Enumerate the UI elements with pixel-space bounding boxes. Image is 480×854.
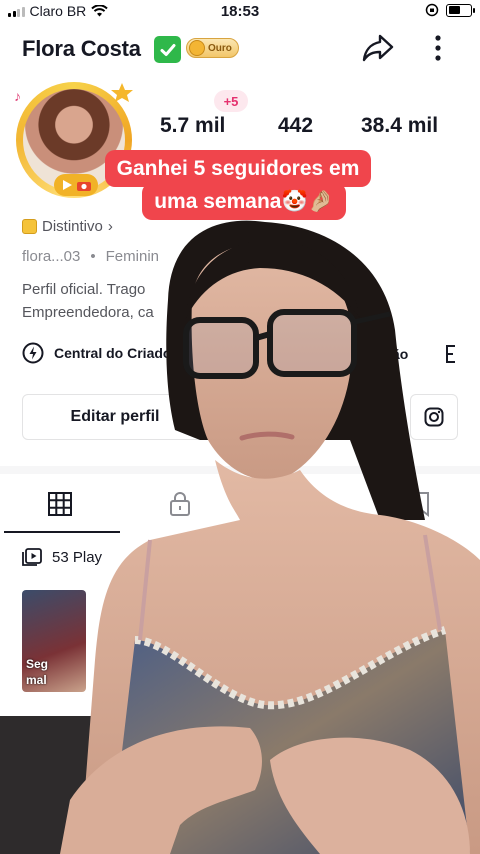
battery-icon [446, 3, 475, 17]
stat-following[interactable]: 5.7 mil [160, 114, 225, 138]
status-right [425, 3, 475, 17]
more-options-button[interactable] [424, 30, 452, 66]
tab-reposts[interactable] [240, 474, 360, 534]
stat-likes[interactable]: 38.4 mil [361, 114, 438, 138]
playlist-icon [22, 548, 42, 566]
thumbnail-text-line-2: mal [26, 673, 47, 687]
stat-followers[interactable]: 442 [278, 114, 313, 138]
username: flora...03 [22, 248, 81, 265]
status-bar: Claro BR 18:53 [0, 0, 480, 24]
video-thumbnail[interactable]: Seg mal [22, 590, 86, 692]
instagram-icon [424, 407, 444, 427]
content-tabs [0, 474, 480, 534]
tab-saved[interactable] [360, 474, 480, 534]
distintivo-link[interactable]: Distintivo › [22, 218, 113, 235]
gender-label: Feminin [105, 248, 159, 265]
tier-label: Ouro [208, 42, 232, 54]
more-vertical-icon [435, 35, 441, 61]
video-caption: Ganhei 5 seguidores em uma semana🤡🤌🏼 [0, 150, 480, 220]
profile-meta: flora...03 • Feminin [22, 248, 159, 265]
caption-line-1: Ganhei 5 seguidores em [104, 150, 372, 187]
creator-tools-row: Central do Criado ão [0, 340, 480, 370]
profile-stats: +5 5.7 mil 442 38.4 mil [150, 88, 480, 148]
tab-private[interactable] [120, 474, 240, 534]
share-arrow-icon [362, 34, 394, 62]
creator-center-label: Central do Criado [54, 345, 172, 361]
tier-badge[interactable]: Ouro [186, 38, 239, 58]
coin-icon [189, 40, 205, 56]
tool-peek-label[interactable]: ão [392, 346, 408, 362]
instagram-button[interactable] [410, 394, 458, 440]
lower-background [0, 716, 480, 854]
dot-separator: • [90, 248, 96, 265]
chevron-right-icon: › [107, 218, 113, 235]
bracket-icon[interactable] [443, 344, 461, 364]
lightning-circle-icon [22, 342, 44, 364]
edit-profile-button[interactable]: Editar perfil [22, 394, 208, 440]
caption-line-2: uma semana🤡🤌🏼 [142, 183, 346, 220]
bio-line-2: Empreendedora, ca [22, 304, 154, 321]
thumbnail-text: Seg mal [26, 656, 48, 688]
tab-videos[interactable] [0, 474, 120, 534]
profile-name: Flora Costa [22, 36, 141, 61]
active-tab-indicator [4, 531, 120, 533]
bookmark-icon [411, 492, 429, 517]
playlists-label: 53 Play [52, 548, 103, 566]
badge-icon [22, 219, 37, 234]
grid-icon [48, 492, 72, 516]
profile-bio[interactable]: Perfil oficial. Trago Empreendedora, ca [22, 278, 172, 324]
star-icon [111, 83, 133, 102]
music-note-icon: ♪ [14, 88, 21, 104]
distintivo-label: Distintivo [42, 218, 103, 235]
section-divider [0, 466, 480, 474]
share-button[interactable] [360, 30, 396, 66]
orientation-lock-icon [425, 3, 439, 17]
lock-icon [170, 492, 190, 516]
thumbnail-text-line-1: Seg [26, 657, 49, 671]
creator-center-link[interactable]: Central do Criado [22, 342, 171, 364]
profile-header: Flora Costa Ouro [0, 28, 480, 68]
playlists-row[interactable]: 53 Play [22, 548, 102, 566]
status-time: 18:53 [220, 3, 260, 20]
bio-line-1: Perfil oficial. Trago [22, 281, 146, 298]
battery-fill [448, 6, 461, 14]
green-check-icon [154, 36, 181, 63]
followers-delta-badge: +5 [214, 90, 248, 112]
